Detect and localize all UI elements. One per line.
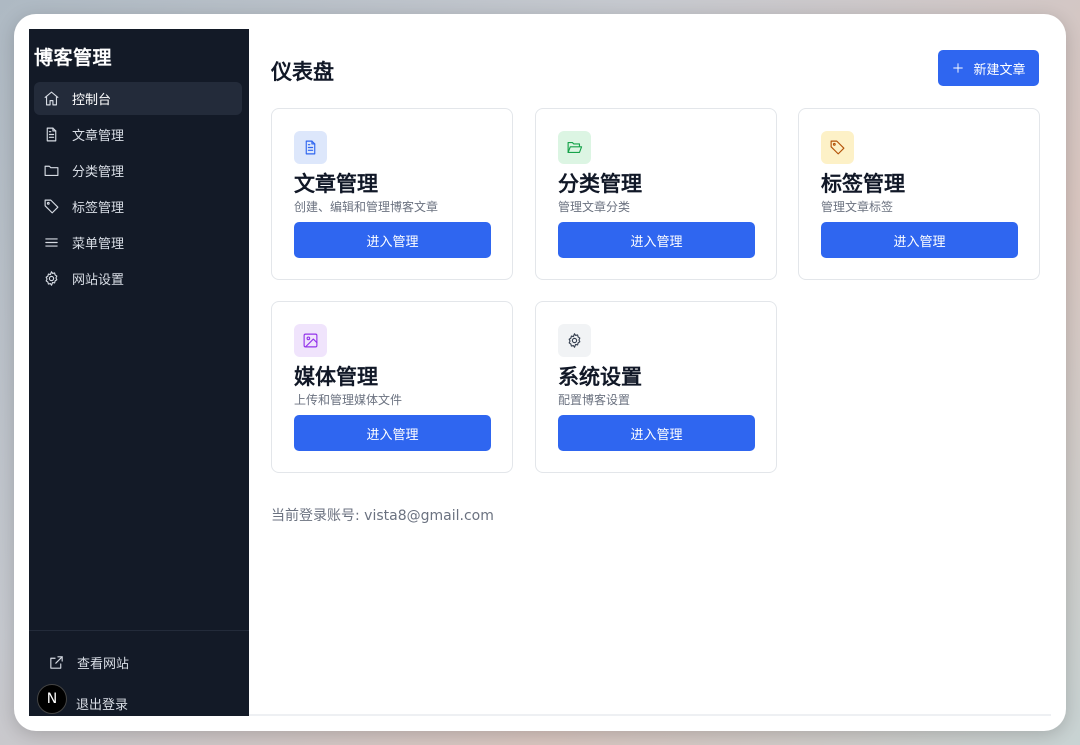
bottom-divider [249, 714, 1051, 716]
new-post-button[interactable]: 新建文章 [938, 50, 1039, 86]
card-description: 创建、编辑和管理博客文章 [294, 200, 439, 214]
app-window: 博客管理 控制台 文章管理 分类管理 标签管理 菜单管理 网站设置 查看网站 退… [14, 14, 1066, 731]
card-icon-wrap [558, 324, 591, 357]
card-icon-wrap [821, 131, 854, 164]
enter-posts-button[interactable]: 进入管理 [294, 222, 491, 258]
new-post-label: 新建文章 [973, 62, 1026, 78]
sidebar-item-tags[interactable]: 标签管理 [34, 190, 242, 223]
card-tags: 标签管理 管理文章标签 进入管理 [798, 108, 1040, 280]
external-link-icon [50, 656, 63, 669]
account-info: 当前登录账号: vista8@gmail.com [271, 508, 494, 524]
sidebar-item-menus[interactable]: 菜单管理 [34, 226, 242, 259]
enter-media-button[interactable]: 进入管理 [294, 415, 491, 451]
tag-icon [830, 140, 845, 155]
gear-icon [568, 333, 581, 348]
file-text-icon [46, 127, 57, 142]
view-site-label: 查看网站 [77, 657, 130, 672]
logout-label: 退出登录 [76, 698, 129, 713]
card-posts: 文章管理 创建、编辑和管理博客文章 进入管理 [271, 108, 513, 280]
card-icon-wrap [558, 131, 591, 164]
card-description: 管理文章分类 [558, 200, 631, 214]
enter-tags-button[interactable]: 进入管理 [821, 222, 1018, 258]
page-title: 仪表盘 [271, 60, 334, 84]
card-description: 管理文章标签 [821, 200, 894, 214]
sidebar-item-dashboard[interactable]: 控制台 [34, 82, 242, 115]
folder-icon [44, 165, 59, 177]
enter-categories-button[interactable]: 进入管理 [558, 222, 755, 258]
home-icon [44, 91, 59, 106]
sidebar-item-posts[interactable]: 文章管理 [34, 118, 242, 151]
sidebar-item-label: 分类管理 [72, 165, 125, 180]
sidebar-item-settings[interactable]: 网站设置 [34, 262, 242, 295]
card-categories: 分类管理 管理文章分类 进入管理 [535, 108, 777, 280]
sidebar-item-categories[interactable]: 分类管理 [34, 154, 242, 187]
card-icon-wrap [294, 131, 327, 164]
image-icon [303, 333, 318, 348]
card-description: 配置博客设置 [558, 393, 631, 407]
card-title: 系统设置 [558, 365, 642, 389]
sidebar-item-label: 控制台 [72, 93, 112, 108]
card-media: 媒体管理 上传和管理媒体文件 进入管理 [271, 301, 513, 473]
card-description: 上传和管理媒体文件 [294, 393, 403, 407]
plus-icon [953, 63, 964, 73]
sidebar-footer: 查看网站 退出登录 N [29, 630, 249, 716]
logout-button[interactable]: 退出登录 [76, 694, 128, 713]
avatar[interactable]: N [37, 684, 67, 714]
card-settings: 系统设置 配置博客设置 进入管理 [535, 301, 777, 473]
sidebar-item-label: 菜单管理 [72, 237, 125, 252]
sidebar-item-label: 文章管理 [72, 129, 125, 144]
brand-title: 博客管理 [34, 47, 113, 69]
card-title: 文章管理 [294, 172, 378, 196]
tag-icon [44, 199, 59, 214]
sidebar: 博客管理 控制台 文章管理 分类管理 标签管理 菜单管理 网站设置 查看网站 退… [29, 29, 249, 716]
card-title: 标签管理 [821, 172, 905, 196]
card-title: 分类管理 [558, 172, 642, 196]
view-site-link[interactable]: 查看网站 [48, 653, 129, 672]
main-content: 仪表盘 新建文章 文章管理 创建、编辑和管理博客文章 进入管理 分类管理 管理文… [249, 29, 1051, 716]
card-title: 媒体管理 [294, 365, 378, 389]
sidebar-item-label: 网站设置 [72, 273, 125, 288]
file-text-icon [305, 140, 316, 155]
sidebar-nav: 控制台 文章管理 分类管理 标签管理 菜单管理 网站设置 [29, 82, 249, 298]
gear-icon [45, 271, 58, 286]
enter-settings-button[interactable]: 进入管理 [558, 415, 755, 451]
sidebar-item-label: 标签管理 [72, 201, 125, 216]
menu-icon [45, 238, 58, 247]
card-icon-wrap [294, 324, 327, 357]
folder-open-icon [567, 141, 583, 154]
